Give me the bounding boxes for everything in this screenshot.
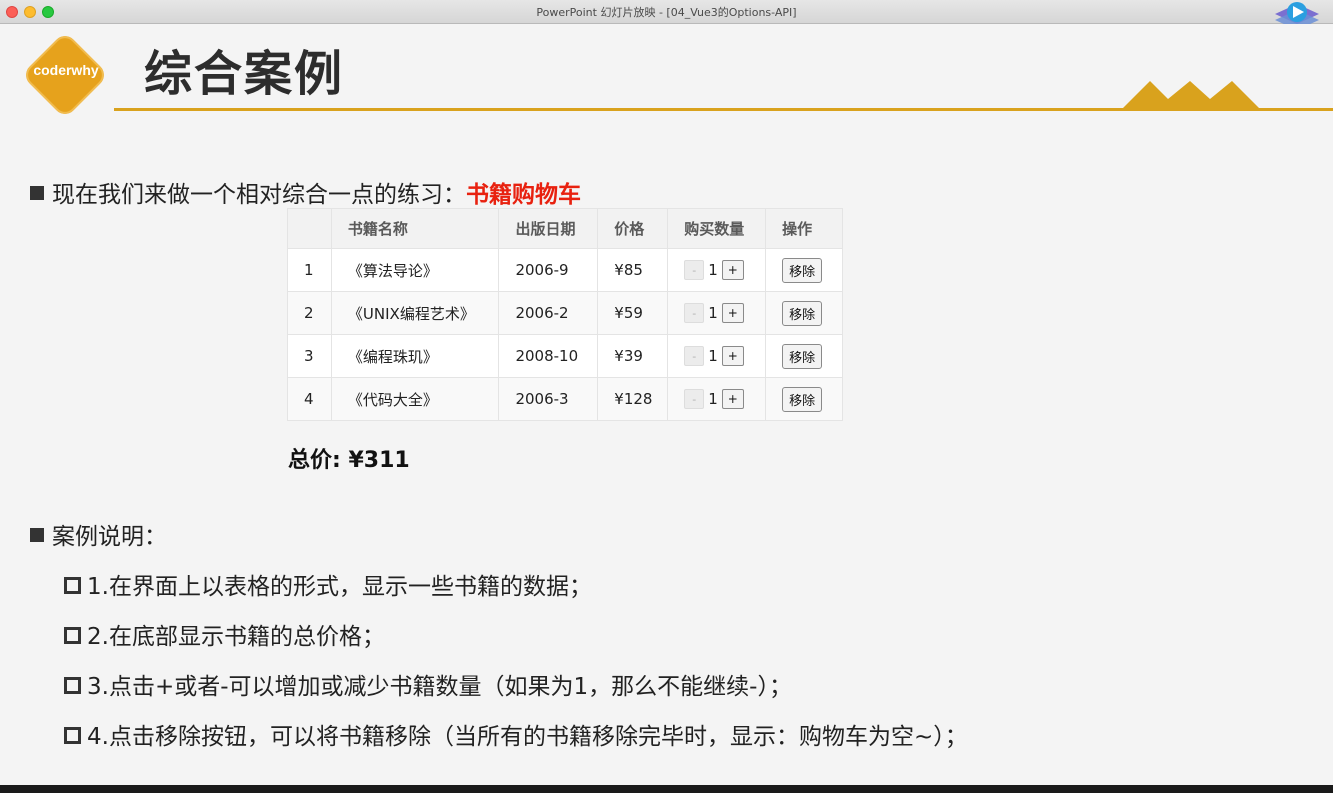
quantity-value: 1 [708,261,718,280]
header-name: 书籍名称 [330,208,500,249]
row-book-name: 《算法导论》 [330,248,500,292]
hollow-square-bullet-icon [64,577,81,594]
explain-heading-line: 案例说明： [30,517,167,551]
row-price: ¥128 [597,377,669,421]
row-quantity: - 1 + [667,291,767,335]
explain-item-text: 2.在底部显示书籍的总价格； [87,624,385,650]
explain-heading: 案例说明： [52,524,167,550]
increase-button[interactable]: + [721,303,744,324]
powerpoint-window: PowerPoint 幻灯片放映 - [04_Vue3的Options-API]… [0,0,1333,793]
header-price: 价格 [597,208,669,249]
quantity-value: 1 [708,347,718,366]
decrease-button[interactable]: - [684,389,705,410]
hollow-square-bullet-icon [64,727,81,744]
intro-text: 现在我们来做一个相对综合一点的练习： [52,182,466,208]
row-quantity: - 1 + [667,377,767,421]
row-date: 2006-2 [498,291,599,335]
row-book-name: 《UNIX编程艺术》 [330,291,500,335]
total-price: 总价: ¥311 [288,448,410,473]
table-row: 2 《UNIX编程艺术》 2006-2 ¥59 - 1 + 移除 [287,291,843,335]
row-quantity: - 1 + [667,248,767,292]
row-price: ¥85 [597,248,669,292]
increase-button[interactable]: + [721,346,744,367]
row-action: 移除 [765,248,843,292]
explain-item: 1.在界面上以表格的形式，显示一些书籍的数据； [64,567,592,601]
explain-item-text: 1.在界面上以表格的形式，显示一些书籍的数据； [87,574,592,600]
hollow-square-bullet-icon [64,677,81,694]
quantity-value: 1 [708,304,718,323]
coderwhy-logo: coderwhy [21,31,110,120]
row-action: 移除 [765,291,843,335]
explain-item-text: 4.点击移除按钮，可以将书籍移除（当所有的书籍移除完毕时，显示：购物车为空~）； [87,724,968,750]
row-quantity: - 1 + [667,334,767,378]
row-date: 2006-9 [498,248,599,292]
remove-button[interactable]: 移除 [782,257,823,283]
explain-item: 2.在底部显示书籍的总价格； [64,617,385,651]
title-bar: PowerPoint 幻灯片放映 - [04_Vue3的Options-API] [0,0,1333,24]
title-underline [114,108,1333,111]
header-action: 操作 [765,208,843,249]
row-index: 1 [287,248,332,292]
table-row: 4 《代码大全》 2006-3 ¥128 - 1 + 移除 [287,377,843,421]
header-quantity: 购买数量 [667,208,767,249]
mountains-decoration-icon [1120,81,1262,111]
quantity-value: 1 [708,390,718,409]
row-price: ¥59 [597,291,669,335]
row-price: ¥39 [597,334,669,378]
logo-text: coderwhy [33,62,99,78]
window-title: PowerPoint 幻灯片放映 - [04_Vue3的Options-API] [536,6,797,19]
header-index [287,208,332,249]
header-date: 出版日期 [498,208,599,249]
row-date: 2008-10 [498,334,599,378]
row-index: 4 [287,377,332,421]
increase-button[interactable]: + [721,389,744,410]
row-index: 3 [287,334,332,378]
increase-button[interactable]: + [721,260,744,281]
row-book-name: 《代码大全》 [330,377,500,421]
row-book-name: 《编程珠玑》 [330,334,500,378]
explain-item: 3.点击+或者-可以增加或减少书籍数量（如果为1，那么不能继续-）； [64,667,792,701]
row-action: 移除 [765,377,843,421]
remove-button[interactable]: 移除 [782,343,823,369]
decrease-button[interactable]: - [684,260,705,281]
slide-title: 综合案例 [144,46,345,102]
table-row: 3 《编程珠玑》 2008-10 ¥39 - 1 + 移除 [287,334,843,378]
decrease-button[interactable]: - [684,303,705,324]
remove-button[interactable]: 移除 [782,300,823,326]
remove-button[interactable]: 移除 [782,386,823,412]
row-action: 移除 [765,334,843,378]
explain-item-text: 3.点击+或者-可以增加或减少书籍数量（如果为1，那么不能继续-）； [87,674,792,700]
row-date: 2006-3 [498,377,599,421]
bottom-bar [0,785,1333,793]
row-index: 2 [287,291,332,335]
table-header-row: 书籍名称 出版日期 价格 购买数量 操作 [287,208,843,249]
intro-line: 现在我们来做一个相对综合一点的练习：书籍购物车 [30,175,581,209]
bullet-square-icon [30,528,44,542]
intro-highlight: 书籍购物车 [466,182,581,208]
bullet-square-icon [30,186,44,200]
decrease-button[interactable]: - [684,346,705,367]
books-table: 书籍名称 出版日期 价格 购买数量 操作 1 《算法导论》 2006-9 ¥85… [287,208,843,421]
explain-item: 4.点击移除按钮，可以将书籍移除（当所有的书籍移除完毕时，显示：购物车为空~）； [64,717,968,751]
table-row: 1 《算法导论》 2006-9 ¥85 - 1 + 移除 [287,248,843,292]
hollow-square-bullet-icon [64,627,81,644]
